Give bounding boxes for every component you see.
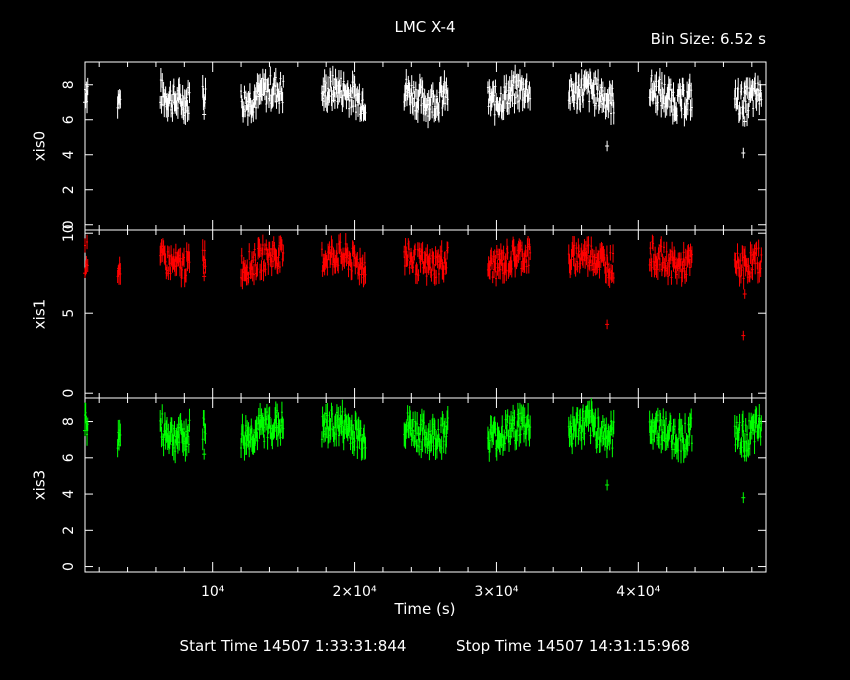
y-tick-label-xis3: 8 bbox=[61, 417, 77, 426]
bin-size-label: Bin Size: 6.52 s bbox=[651, 30, 767, 48]
y-tick-label-xis0: 8 bbox=[61, 80, 77, 89]
x-tick-label: 2×10⁴ bbox=[333, 584, 377, 600]
x-tick-label: 4×10⁴ bbox=[616, 584, 660, 600]
y-axis-label-xis0: xis0 bbox=[31, 131, 49, 161]
start-time-label: Start Time 14507 1:33:31:844 bbox=[180, 637, 407, 655]
y-tick-label-xis1: 5 bbox=[61, 309, 77, 318]
y-tick-label-xis1: 10 bbox=[61, 224, 77, 242]
y-tick-label-xis0: 2 bbox=[61, 185, 77, 194]
y-tick-label-xis1: 0 bbox=[61, 389, 77, 398]
x-tick-label: 10⁴ bbox=[201, 584, 225, 600]
x-axis-label: Time (s) bbox=[394, 600, 456, 618]
panel-frame-xis3 bbox=[84, 397, 767, 573]
y-tick-label-xis0: 4 bbox=[61, 150, 77, 159]
x-tick-label: 3×10⁴ bbox=[474, 584, 518, 600]
y-axis-label-xis3: xis3 bbox=[31, 470, 49, 500]
y-tick-label-xis3: 0 bbox=[61, 562, 77, 571]
y-axis-label-xis1: xis1 bbox=[31, 299, 49, 329]
y-tick-label-xis0: 6 bbox=[61, 115, 77, 124]
y-tick-label-xis3: 2 bbox=[61, 526, 77, 535]
y-tick-label-xis3: 6 bbox=[61, 453, 77, 462]
lightcurve-plot: LMC X-4 Bin Size: 6.52 s 0 2 4 6 8 xis0 0 5 10 xi… bbox=[31, 18, 767, 655]
stop-time-label: Stop Time 14507 14:31:15:968 bbox=[456, 637, 690, 655]
y-tick-label-xis3: 4 bbox=[61, 490, 77, 499]
chart-title: LMC X-4 bbox=[394, 18, 455, 36]
